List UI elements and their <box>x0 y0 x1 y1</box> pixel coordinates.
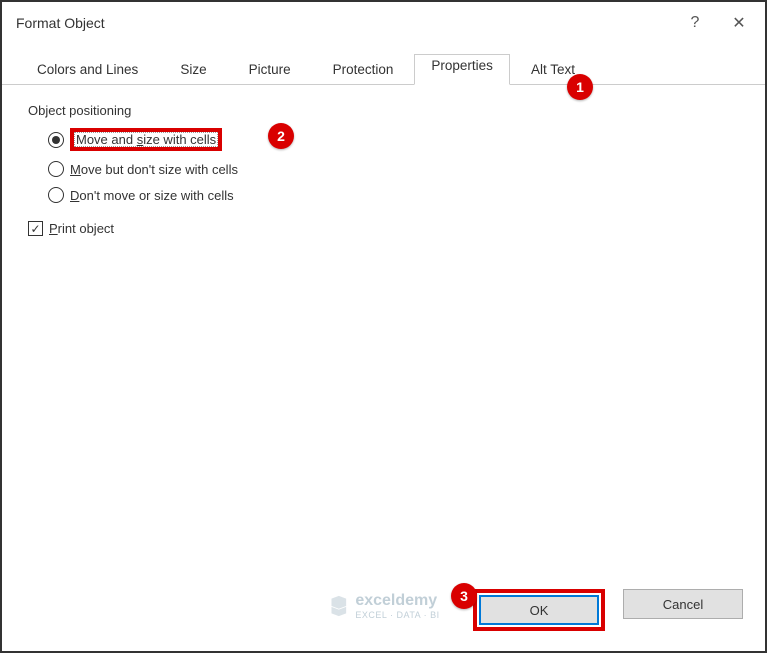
tab-strip: Colors and Lines Size Picture Protection… <box>2 44 765 85</box>
annotation-badge-1: 1 <box>567 74 593 100</box>
tab-properties[interactable]: Properties <box>414 54 510 85</box>
group-label-positioning: Object positioning <box>28 103 741 118</box>
radio-icon <box>48 187 64 203</box>
help-button[interactable]: ? <box>673 8 717 38</box>
tab-picture[interactable]: Picture <box>228 54 312 84</box>
cancel-button[interactable]: Cancel <box>623 589 743 619</box>
watermark: exceldemy EXCEL · DATA · BI <box>327 592 439 620</box>
radio-label-dont-move: Don't move or size with cells <box>70 188 234 203</box>
ok-button-highlight: OK <box>473 589 605 631</box>
format-object-dialog: Format Object ? ✕ Colors and Lines Size … <box>2 2 765 651</box>
radio-move-no-size[interactable]: Move but don't size with cells <box>48 161 741 177</box>
radio-label-move-and-size: Move and size with cells <box>70 128 222 151</box>
dialog-title: Format Object <box>16 15 673 31</box>
checkbox-print-object[interactable]: ✓ Print object <box>28 221 741 236</box>
radio-dont-move[interactable]: Don't move or size with cells <box>48 187 741 203</box>
radio-label-move-no-size: Move but don't size with cells <box>70 162 238 177</box>
radio-move-and-size[interactable]: Move and size with cells 2 <box>48 128 741 151</box>
ok-button[interactable]: OK <box>479 595 599 625</box>
title-bar: Format Object ? ✕ <box>2 2 765 44</box>
watermark-icon <box>327 595 349 617</box>
annotation-badge-2: 2 <box>268 123 294 149</box>
checkbox-icon: ✓ <box>28 221 43 236</box>
annotation-badge-3: 3 <box>451 583 477 609</box>
radio-icon <box>48 161 64 177</box>
close-button[interactable]: ✕ <box>717 8 761 38</box>
tab-size[interactable]: Size <box>159 54 227 84</box>
tab-protection[interactable]: Protection <box>312 54 415 84</box>
checkbox-label-print-object: Print object <box>49 221 114 236</box>
tab-colors-and-lines[interactable]: Colors and Lines <box>16 54 159 84</box>
radio-icon <box>48 132 64 148</box>
tab-content: Object positioning Move and size with ce… <box>2 85 765 577</box>
